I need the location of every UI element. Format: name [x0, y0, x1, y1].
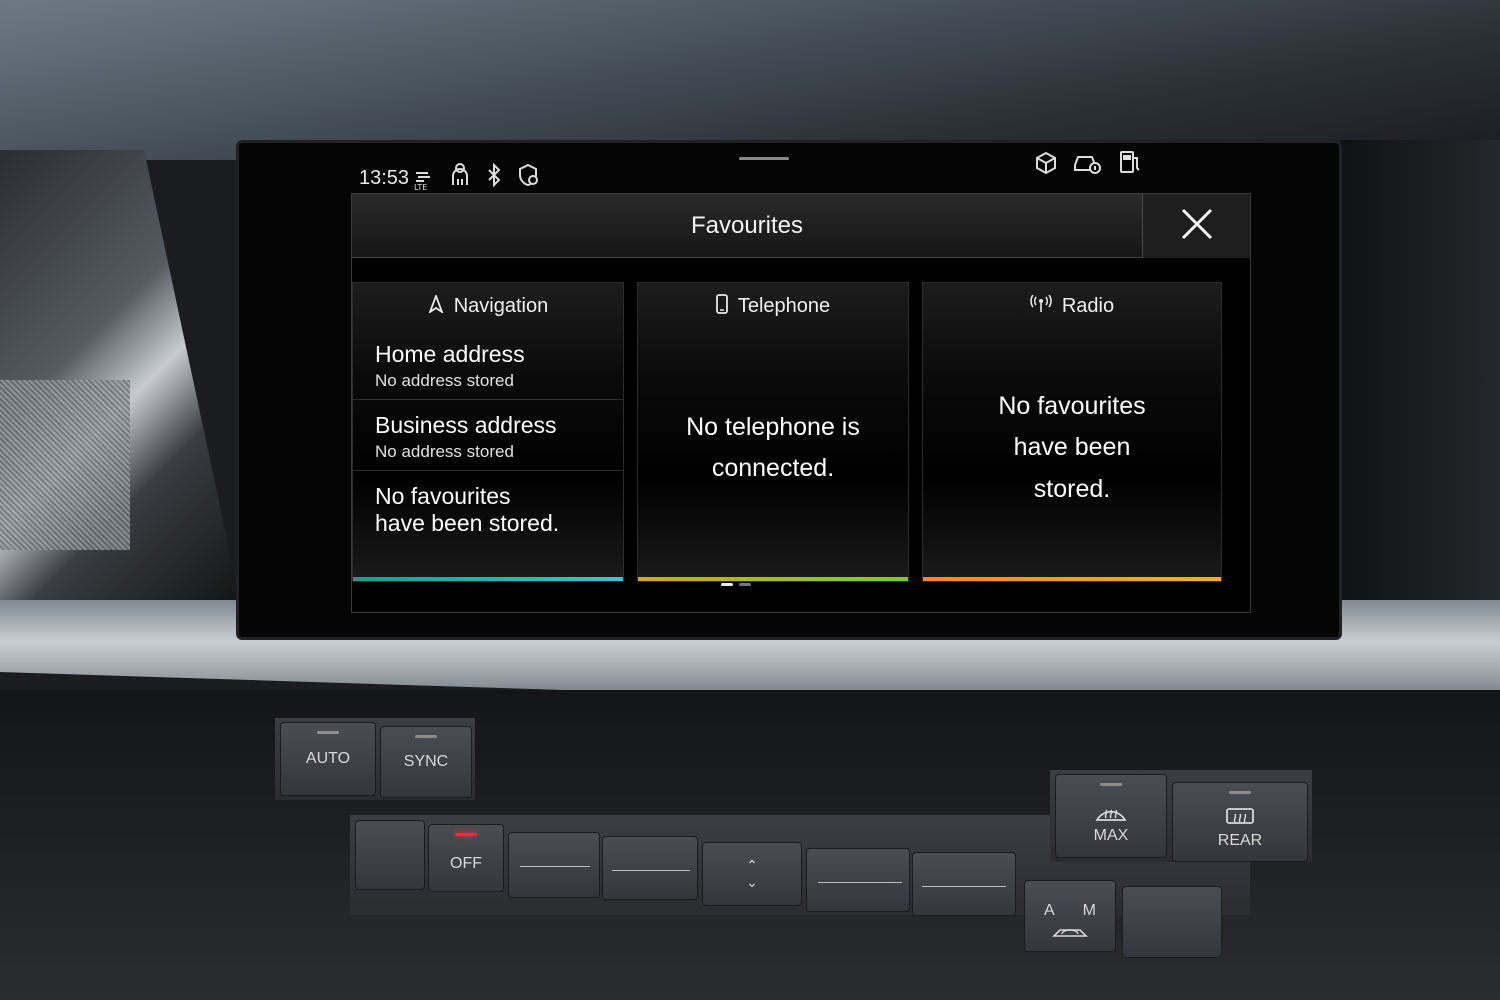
- phone-icon: [715, 293, 728, 319]
- navigation-empty-line1: No favourites: [375, 483, 511, 509]
- temp-decrease-button[interactable]: [806, 848, 910, 912]
- max-led: [1100, 783, 1122, 786]
- telephone-tile[interactable]: Telephone No telephone is connected.: [637, 282, 909, 582]
- close-icon: [1180, 207, 1214, 246]
- right-trim-panel: [1330, 140, 1500, 660]
- navigation-empty-line2: have been stored.: [375, 510, 560, 536]
- page-indicator[interactable]: [721, 583, 751, 586]
- radio-message-line3: stored.: [1033, 474, 1111, 503]
- telephone-accent-bar: [638, 577, 908, 581]
- slot-line: [612, 870, 690, 871]
- blank-left-button[interactable]: [355, 820, 425, 890]
- telephone-message-line1: No telephone is: [686, 412, 860, 441]
- close-button[interactable]: [1142, 194, 1250, 258]
- rear-defrost-icon: [1224, 807, 1256, 832]
- off-label: OFF: [450, 855, 482, 872]
- drag-handle[interactable]: [739, 157, 789, 160]
- off-led: [455, 833, 477, 836]
- radio-tile-label: Radio: [1061, 294, 1115, 317]
- front-defrost-icon: [1095, 800, 1127, 827]
- navigation-empty-message: No favourites have been stored.: [353, 471, 623, 545]
- dialog-title: Favourites: [690, 212, 804, 239]
- navigation-tile-label: Navigation: [453, 294, 549, 317]
- home-address-item[interactable]: Home address No address stored: [353, 329, 623, 400]
- auto-button[interactable]: AUTO: [280, 722, 376, 796]
- telephone-message-line2: connected.: [711, 454, 835, 482]
- slot-line: [922, 886, 1006, 887]
- navigation-tile[interactable]: Navigation Home address No address store…: [352, 282, 624, 582]
- blank-right-button[interactable]: [1122, 886, 1222, 958]
- radio-tile[interactable]: Radio No favourites have been stored.: [922, 282, 1222, 582]
- business-address-label: Business address: [375, 412, 557, 438]
- clock: 13:53: [359, 167, 410, 189]
- telephone-message: No telephone is connected.: [638, 343, 908, 553]
- home-address-status: No address stored: [375, 371, 514, 390]
- auto-label: AUTO: [305, 750, 351, 767]
- telephone-tile-label: Telephone: [737, 294, 831, 317]
- rear-label: REAR: [1217, 831, 1263, 849]
- temp-increase-button[interactable]: [912, 852, 1016, 916]
- slot-line: [818, 882, 902, 883]
- business-address-item[interactable]: Business address No address stored: [353, 400, 623, 471]
- sync-led: [415, 735, 437, 738]
- bluetooth-icon[interactable]: [479, 162, 509, 193]
- page-dot-1[interactable]: [721, 583, 733, 586]
- package-icon[interactable]: [1031, 151, 1061, 181]
- max-label: MAX: [1093, 826, 1129, 844]
- business-address-status: No address stored: [375, 442, 514, 461]
- rear-led: [1229, 791, 1251, 794]
- navigation-tile-header[interactable]: Navigation: [353, 283, 623, 329]
- radio-message: No favourites have been stored.: [923, 343, 1221, 553]
- speaker-grille: [0, 380, 130, 550]
- fuel-icon[interactable]: [1115, 149, 1145, 181]
- off-button[interactable]: OFF: [428, 824, 504, 892]
- dashboard-top: [0, 0, 1500, 160]
- radio-accent-bar: [923, 577, 1221, 581]
- telephone-tile-header[interactable]: Telephone: [638, 283, 908, 329]
- front-defrost-max-button[interactable]: MAX: [1055, 774, 1167, 858]
- recirculation-icon: [1050, 924, 1090, 945]
- sync-button[interactable]: SYNC: [380, 726, 472, 798]
- infotainment-screen: 13:53 LTE Favourites Navigation Home add…: [236, 140, 1342, 640]
- lte-signal-icon: LTE: [409, 169, 439, 194]
- radio-tile-header[interactable]: Radio: [923, 283, 1221, 329]
- air-recirculation-button[interactable]: A M: [1024, 880, 1116, 952]
- slot-line: [520, 866, 590, 867]
- chevron-down-icon: ⌄: [746, 874, 758, 890]
- sync-label: SYNC: [403, 753, 449, 770]
- fan-speed-button[interactable]: ⌃ ⌄: [702, 842, 802, 906]
- svg-text:LTE: LTE: [414, 183, 427, 191]
- location-privacy-icon[interactable]: [513, 163, 543, 193]
- fan-level-button[interactable]: [602, 836, 698, 900]
- dialog-header: Favourites: [352, 194, 1250, 258]
- chevron-up-icon: ⌃: [746, 857, 758, 873]
- rear-defrost-button[interactable]: REAR: [1172, 782, 1308, 862]
- home-address-label: Home address: [375, 341, 525, 367]
- navigation-arrow-icon: [427, 292, 444, 318]
- radio-antenna-icon: [1030, 294, 1052, 318]
- driver-profile-icon[interactable]: [445, 163, 475, 193]
- am-auto-label: A: [1044, 901, 1055, 919]
- car-info-icon[interactable]: [1073, 151, 1103, 181]
- radio-message-line2: have been: [1013, 433, 1131, 462]
- fan-decrease-button[interactable]: [508, 832, 600, 898]
- page-dot-2[interactable]: [739, 583, 751, 586]
- navigation-accent-bar: [353, 577, 623, 581]
- radio-message-line1: No favourites: [998, 392, 1146, 421]
- am-manual-label: M: [1082, 901, 1096, 919]
- auto-led: [317, 731, 339, 734]
- favourites-dialog: Favourites Navigation Home address No ad…: [351, 193, 1251, 613]
